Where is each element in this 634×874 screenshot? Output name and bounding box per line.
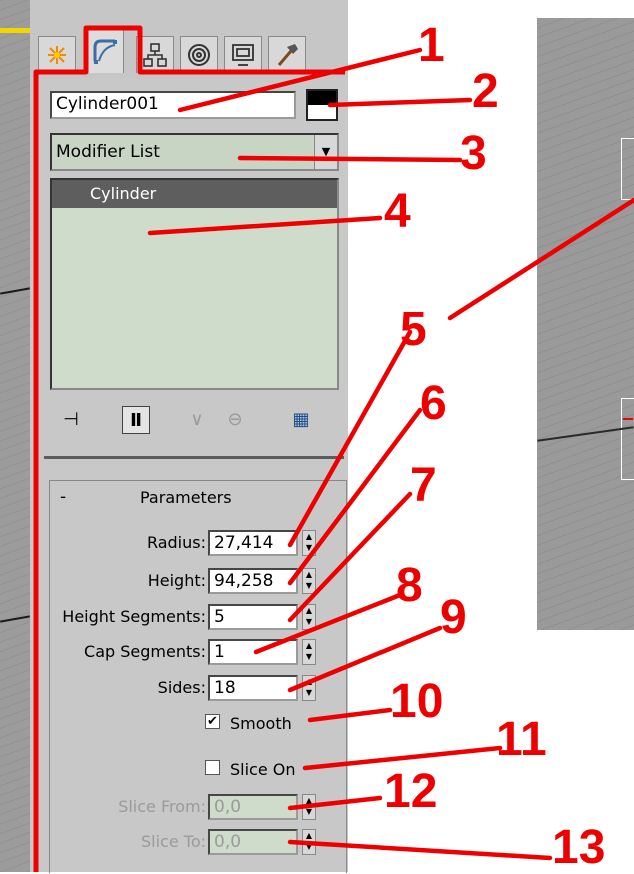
modify-panel-highlight xyxy=(33,25,345,872)
callout-line-4 xyxy=(147,215,383,236)
callout-5: 5 xyxy=(400,303,427,356)
callout-8: 8 xyxy=(396,559,423,612)
callout-line-3 xyxy=(237,155,463,163)
callout-13: 13 xyxy=(552,821,606,874)
callout-12: 12 xyxy=(384,765,438,818)
callout-9: 9 xyxy=(440,591,467,644)
callout-line-12 xyxy=(287,795,383,811)
callout-4: 4 xyxy=(384,185,411,238)
callout-3: 3 xyxy=(460,127,487,180)
callout-11: 11 xyxy=(496,713,547,766)
callout-7: 7 xyxy=(410,459,437,512)
callout-line-13 xyxy=(287,839,553,861)
callout-line-10 xyxy=(307,707,393,723)
callout-2: 2 xyxy=(472,65,499,118)
callout-10: 10 xyxy=(390,675,444,728)
callout-line-5 xyxy=(447,197,634,321)
callout-line-2 xyxy=(327,97,473,108)
callout-line-6 xyxy=(287,407,423,586)
callout-1: 1 xyxy=(418,19,445,72)
callout-6: 6 xyxy=(420,377,447,430)
callout-line-8 xyxy=(253,592,403,655)
